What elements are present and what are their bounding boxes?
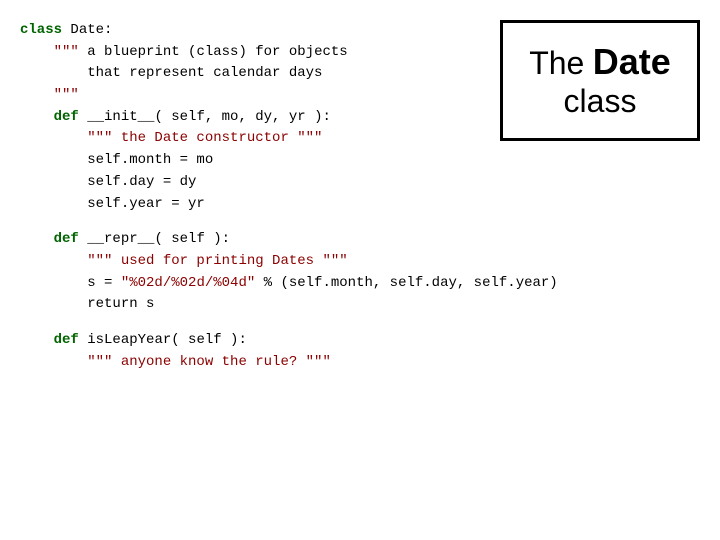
docstring-leap: """ anyone know the rule? """ [87,354,331,370]
keyword-class: class [20,22,62,38]
spacer-1 [20,215,450,229]
code-line-7: self.month = mo [20,150,450,172]
string-format: "%02d/%02d/%04d" [121,275,255,291]
docstring-init: """ the Date constructor """ [87,130,322,146]
title-box: The Date class [500,20,700,141]
keyword-def-2: def [54,231,79,247]
code-line-14: def isLeapYear( self ): [20,330,450,352]
docstring-repr: """ used for printing Dates """ [87,253,347,269]
code-line-9: self.year = yr [20,194,450,216]
code-line-10: def __repr__( self ): [20,229,450,251]
docstring-open: """ [54,44,79,60]
code-panel: class Date: """ a blueprint (class) for … [0,0,460,540]
code-line-11: """ used for printing Dates """ [20,251,450,273]
keyword-def-1: def [54,109,79,125]
code-line-1: class Date: [20,20,450,42]
code-line-6: """ the Date constructor """ [20,128,450,150]
spacer-2 [20,316,450,330]
the-text: The [529,45,584,81]
code-line-12: s = "%02d/%02d/%04d" % (self.month, self… [20,273,450,295]
code-line-13: return s [20,294,450,316]
code-line-5: def __init__( self, mo, dy, yr ): [20,107,450,129]
code-line-3: that represent calendar days [20,63,450,85]
docstring-close: """ [54,87,79,103]
keyword-def-3: def [54,332,79,348]
date-text: Date [593,41,671,82]
class-text: class [523,83,677,120]
code-line-4: """ [20,85,450,107]
code-text: Date: [62,22,112,38]
title-line-1: The Date [523,41,677,83]
code-line-8: self.day = dy [20,172,450,194]
code-line-15: """ anyone know the rule? """ [20,352,450,374]
code-line-2: """ a blueprint (class) for objects [20,42,450,64]
